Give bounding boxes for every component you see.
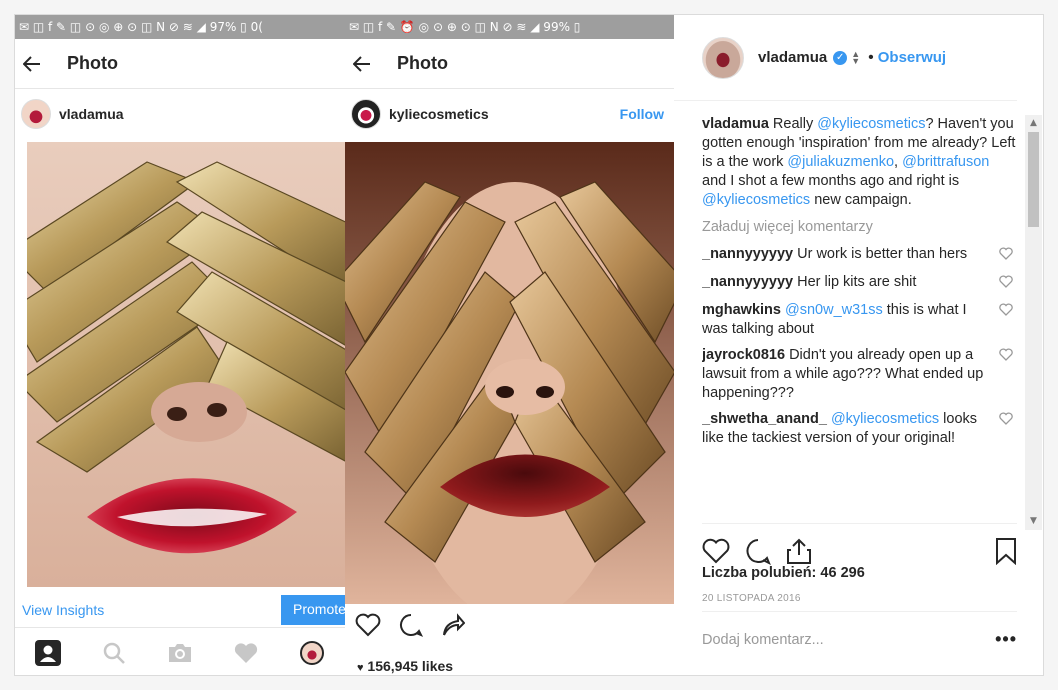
comment-item: jayrock0816 Didn't you already open up a… [702,346,1017,403]
separator-dot: • [868,48,874,66]
comment-bubble-icon[interactable] [399,613,424,642]
post-photo [345,142,674,604]
post-header: vladamua [15,89,345,139]
comments-list: vladamua Really @kyliecosmetics? Haven't… [702,115,1017,525]
like-heart-icon[interactable] [355,613,381,642]
mention-link[interactable]: @sn0w_w31ss [785,302,883,318]
comment-like-heart-icon[interactable] [999,346,1017,403]
comment-like-heart-icon[interactable] [999,410,1017,448]
scroll-thumb[interactable] [1028,132,1039,227]
comment-text: and I shot a few months ago and right is [702,173,960,189]
post-sidebar: vladamua ✓ ▲ ▼ • Obserwuj vladamua Really… [674,15,1043,675]
comment-username[interactable]: _shwetha_anand_ [702,411,827,427]
camera-icon[interactable] [165,638,195,668]
author-username[interactable]: vladamua [758,49,827,66]
comment-username[interactable]: mghawkins [702,302,781,318]
share-arrow-icon[interactable] [441,613,466,642]
comparison-image: ✉ ◫ f ✎ ◫ ⊙ ◎ ⊕ ⊙ ◫ N ⊘ ≋ ◢ 97% ▯ 0( Pho… [15,15,674,675]
bookmark-icon[interactable] [995,537,1017,565]
status-bar: ✉ ◫ f ✎ ⏰ ◎ ⊙ ⊕ ⊙ ◫ N ⊘ ≋ ◢ 99% ▯ [345,15,674,39]
verified-badge-icon: ✓ [833,50,848,65]
post-caption: vladamua Really @kyliecosmetics? Haven't… [702,115,1017,210]
status-bar: ✉ ◫ f ✎ ◫ ⊙ ◎ ⊕ ⊙ ◫ N ⊘ ≋ ◢ 97% ▯ 0( [15,15,345,39]
comment-like-heart-icon[interactable] [999,301,1017,339]
share-icon[interactable] [786,537,812,565]
mention-link[interactable]: @kyliecosmetics [831,411,939,427]
comment-username[interactable]: _nannyyyyyy [702,246,793,262]
post-actions [355,613,466,642]
load-more-comments-link[interactable]: Załaduj więcej komentarzy [702,218,1017,237]
app-header: Photo [15,39,345,89]
post-header: kyliecosmetics Follow [345,89,674,139]
follow-link: Follow [619,106,664,122]
screenshot-frame: ✉ ◫ f ✎ ◫ ⊙ ◎ ⊕ ⊙ ◫ N ⊘ ≋ ◢ 97% ▯ 0( Pho… [14,14,1044,676]
scroll-down-arrow-icon[interactable]: ▼ [1025,513,1042,530]
like-heart-icon[interactable] [702,538,730,564]
heart-icon[interactable] [231,638,261,668]
post-username: vladamua [59,106,124,122]
comment-text: Ur work is better than hers [793,246,968,262]
add-comment-row: Dodaj komentarz... ••• [702,611,1017,667]
mention-link[interactable]: @brittrafuson [902,154,989,170]
comment-text: new campaign. [810,192,912,208]
like-count[interactable]: Liczba polubień: 46 296 [702,565,865,581]
page-title: Photo [67,53,118,73]
comment-text: Her lip kits are shit [793,274,917,290]
back-arrow-icon [353,55,371,73]
mention-link[interactable]: @kyliecosmetics [817,116,925,132]
add-comment-input[interactable]: Dodaj komentarz... [702,632,824,648]
right-phone-screenshot: ✉ ◫ f ✎ ⏰ ◎ ⊙ ⊕ ⊙ ◫ N ⊘ ≋ ◢ 99% ▯ Photo … [345,15,674,675]
page-title: Photo [397,53,448,73]
comment-like-heart-icon[interactable] [999,245,1017,266]
scroll-up-arrow-icon[interactable]: ▲ [1025,115,1042,132]
comment-item: _shwetha_anand_ @kyliecosmetics looks li… [702,410,1017,448]
status-icons: ✉ ◫ f ✎ ◫ ⊙ ◎ ⊕ ⊙ ◫ N ⊘ ≋ ◢ 97% ▯ 0( [19,20,263,34]
app-header: Photo [345,39,674,89]
post-photo [27,142,345,587]
comment-text: Really [768,116,818,132]
view-insights-link[interactable]: View Insights [15,602,104,618]
comment-username[interactable]: jayrock0816 [702,347,785,363]
search-icon[interactable] [99,638,129,668]
comment-item: _nannyyyyyy Her lip kits are shit [702,273,1017,294]
post-author-header: vladamua ✓ ▲ ▼ • Obserwuj [674,15,1017,101]
avatar [351,99,381,129]
insights-row: View Insights Promote [15,595,345,625]
mention-link[interactable]: @kyliecosmetics [702,192,810,208]
like-count-text: 156,945 likes [367,658,454,674]
comment-username[interactable]: _nannyyyyyy [702,274,793,290]
comment-item: mghawkins @sn0w_w31ss this is what I was… [702,301,1017,339]
follow-button[interactable]: Obserwuj [878,49,946,66]
back-arrow-icon [23,55,41,73]
more-options-button[interactable]: ••• [995,629,1017,650]
comment-item: _nannyyyyyy Ur work is better than hers [702,245,1017,266]
mention-link[interactable]: @juliakuzmenko [787,154,894,170]
left-phone-screenshot: ✉ ◫ f ✎ ◫ ⊙ ◎ ⊕ ⊙ ◫ N ⊘ ≋ ◢ 97% ▯ 0( Pho… [15,15,345,675]
status-icons: ✉ ◫ f ✎ ⏰ ◎ ⊙ ⊕ ⊙ ◫ N ⊘ ≋ ◢ 99% ▯ [349,20,581,34]
comment-text: , [894,154,903,170]
comment-like-heart-icon[interactable] [999,273,1017,294]
heart-small-icon: ♥ [357,662,364,674]
caption-username[interactable]: vladamua [702,116,769,132]
bottom-nav [15,627,345,675]
profile-tab-icon[interactable] [33,638,63,668]
author-avatar[interactable] [702,36,744,79]
stepper-arrows-icon: ▲ ▼ [851,48,861,66]
like-count: ♥ 156,945 likes [357,658,453,674]
avatar [21,99,51,129]
comments-scrollbar[interactable]: ▲ ▼ [1025,115,1042,530]
post-actions [702,523,1017,571]
post-date: 20 LISTOPADA 2016 [702,593,801,604]
profile-avatar-icon[interactable] [297,638,327,668]
comment-bubble-icon[interactable] [744,537,772,565]
promote-button[interactable]: Promote [281,595,345,625]
post-username: kyliecosmetics [389,106,489,122]
